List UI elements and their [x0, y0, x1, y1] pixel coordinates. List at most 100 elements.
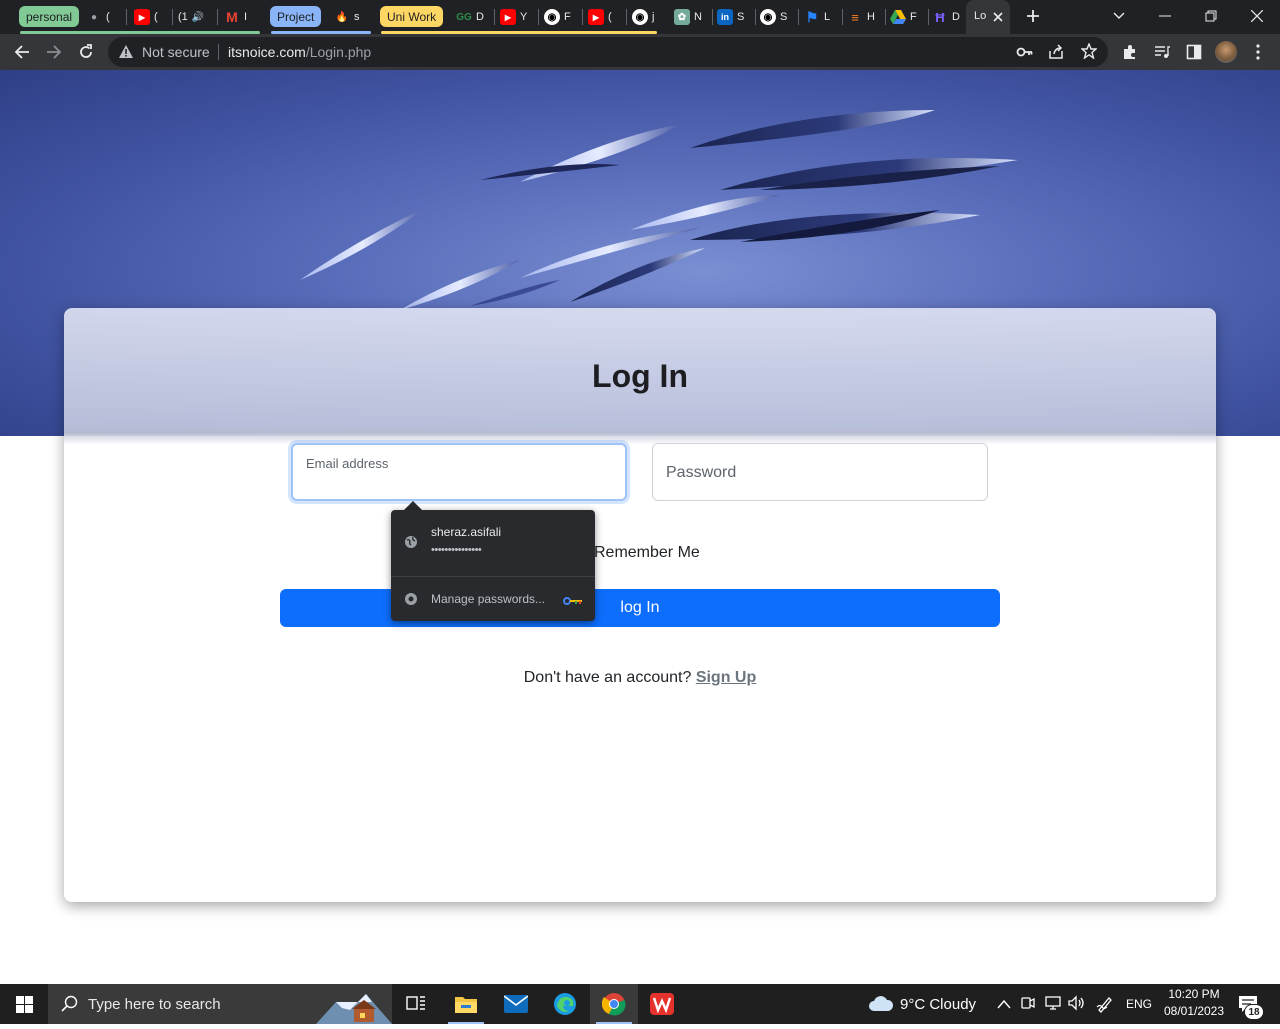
new-tab-button[interactable]: [1021, 4, 1045, 28]
windows-start-button[interactable]: [0, 984, 48, 1024]
edge-icon[interactable]: [541, 984, 589, 1024]
tab[interactable]: ● (: [86, 5, 122, 29]
bookmark-star-icon[interactable]: [1080, 42, 1098, 64]
google-password-key-icon: [563, 593, 583, 611]
tab[interactable]: ◉ S: [760, 5, 796, 29]
email-field[interactable]: Email address: [291, 443, 627, 501]
tab-group-project[interactable]: Project: [270, 6, 322, 27]
manage-passwords-item[interactable]: Manage passwords...: [391, 577, 595, 621]
tab[interactable]: ▶ (: [588, 5, 622, 29]
security-label[interactable]: Not secure: [142, 44, 210, 60]
side-panel-icon[interactable]: [1181, 39, 1207, 65]
file-explorer-icon[interactable]: [442, 984, 490, 1024]
tab[interactable]: 🔥 s: [334, 5, 368, 29]
remember-me-label[interactable]: Remember Me: [594, 544, 700, 562]
stackoverflow-icon: ≡: [851, 9, 859, 25]
tab-strip: personal ● ( ▶ ( (1 🔊 M I Project 🔥 s Un…: [0, 0, 1280, 34]
globe-icon: [404, 535, 418, 554]
active-tab[interactable]: Lo: [966, 0, 1010, 34]
mail-icon[interactable]: [492, 984, 540, 1024]
tab[interactable]: ▶ Y: [500, 5, 534, 29]
close-tab-icon[interactable]: [990, 9, 1006, 25]
youtube-icon: ▶: [500, 9, 516, 25]
tab-title: Y: [520, 11, 528, 23]
task-view-icon[interactable]: [392, 984, 440, 1024]
tab[interactable]: ▶ (: [134, 5, 170, 29]
tab-group-personal[interactable]: personal: [19, 6, 80, 27]
chrome-taskbar-icon[interactable]: [590, 984, 638, 1024]
tab-search-chevron-icon[interactable]: [1107, 4, 1131, 28]
email-input[interactable]: [293, 445, 625, 499]
tab-separator: [755, 9, 756, 25]
tab-separator: [798, 9, 799, 25]
key-icon[interactable]: [1016, 44, 1034, 65]
tab-title: Lo: [974, 10, 987, 22]
tab[interactable]: GG D: [456, 5, 492, 29]
url-text[interactable]: itsnoice.com/Login.php: [228, 44, 371, 60]
password-popup-arrow: [404, 501, 422, 510]
reload-button[interactable]: [73, 39, 99, 65]
login-button[interactable]: log In: [280, 589, 1000, 627]
meet-now-icon[interactable]: [1020, 995, 1036, 1016]
volume-icon[interactable]: [1068, 995, 1086, 1016]
share-icon[interactable]: [1048, 44, 1064, 65]
restore-icon[interactable]: [1199, 4, 1223, 28]
password-input[interactable]: [653, 444, 987, 500]
clock[interactable]: 10:20 PM 08/01/2023: [1160, 987, 1228, 1018]
signup-link[interactable]: Sign Up: [696, 669, 756, 686]
password-field[interactable]: Password: [652, 443, 988, 501]
weather-label[interactable]: 9°C Cloudy: [900, 996, 976, 1013]
url-path: /Login.php: [305, 44, 372, 60]
menu-kebab-icon[interactable]: [1245, 39, 1271, 65]
tab[interactable]: F: [890, 5, 926, 29]
tab-title: D: [952, 11, 960, 23]
tab[interactable]: in S: [717, 5, 753, 29]
search-placeholder: Type here to search: [88, 996, 221, 1013]
network-icon[interactable]: [1044, 995, 1062, 1016]
tab-title: (: [608, 11, 612, 23]
tab[interactable]: (1 🔊: [178, 5, 214, 29]
tab-separator: [538, 9, 539, 25]
close-window-icon[interactable]: [1245, 4, 1269, 28]
minimize-icon[interactable]: [1153, 4, 1177, 28]
forward-button[interactable]: [41, 39, 67, 65]
profile-avatar[interactable]: [1213, 39, 1239, 65]
cloudy-weather-icon[interactable]: [868, 994, 894, 1017]
tab[interactable]: ✿ N: [674, 5, 710, 29]
tab-title: F: [910, 11, 917, 23]
tab-group-uni-work[interactable]: Uni Work: [380, 6, 444, 27]
github-icon: ◉: [544, 9, 560, 25]
warning-icon[interactable]: [118, 44, 134, 64]
extensions-icon[interactable]: [1117, 39, 1143, 65]
tab-separator: [582, 9, 583, 25]
media-control-icon[interactable]: [1149, 39, 1175, 65]
browser-toolbar: Not secure itsnoice.com/Login.php: [0, 34, 1280, 70]
tab[interactable]: Ħ D: [932, 5, 964, 29]
wps-office-icon[interactable]: [638, 984, 686, 1024]
tab[interactable]: ⚑ L: [804, 5, 840, 29]
tab-title: L: [824, 11, 831, 23]
tab[interactable]: ◉ F: [544, 5, 578, 29]
tab-separator: [217, 9, 218, 25]
pen-workspace-icon[interactable]: [1096, 995, 1114, 1018]
language-indicator[interactable]: ENG: [1126, 997, 1152, 1011]
tab[interactable]: ≡ H: [847, 5, 883, 29]
tab-title: S: [737, 11, 745, 23]
signup-prompt-text: Don't have an account?: [523, 669, 692, 686]
saved-credential-item[interactable]: sheraz.asifali •••••••••••••••: [391, 510, 595, 576]
tab-separator: [885, 9, 886, 25]
h-icon: Ħ: [935, 9, 945, 25]
chatgpt-icon: ✿: [674, 9, 690, 25]
url-domain: itsnoice.com: [228, 44, 306, 60]
clock-time: 10:20 PM: [1168, 987, 1220, 1001]
tab-title: I: [244, 11, 248, 23]
tab[interactable]: M I: [224, 5, 258, 29]
show-hidden-icons-chevron-icon[interactable]: [997, 996, 1011, 1014]
taskbar-search-box[interactable]: Type here to search: [48, 984, 392, 1024]
omnibox[interactable]: Not secure itsnoice.com/Login.php: [108, 37, 1108, 67]
page-title: Log In: [592, 358, 688, 394]
tab-separator: [126, 9, 127, 25]
tab[interactable]: ◉ j: [632, 5, 666, 29]
back-button[interactable]: [9, 39, 35, 65]
saved-username: sheraz.asifali: [431, 525, 502, 539]
